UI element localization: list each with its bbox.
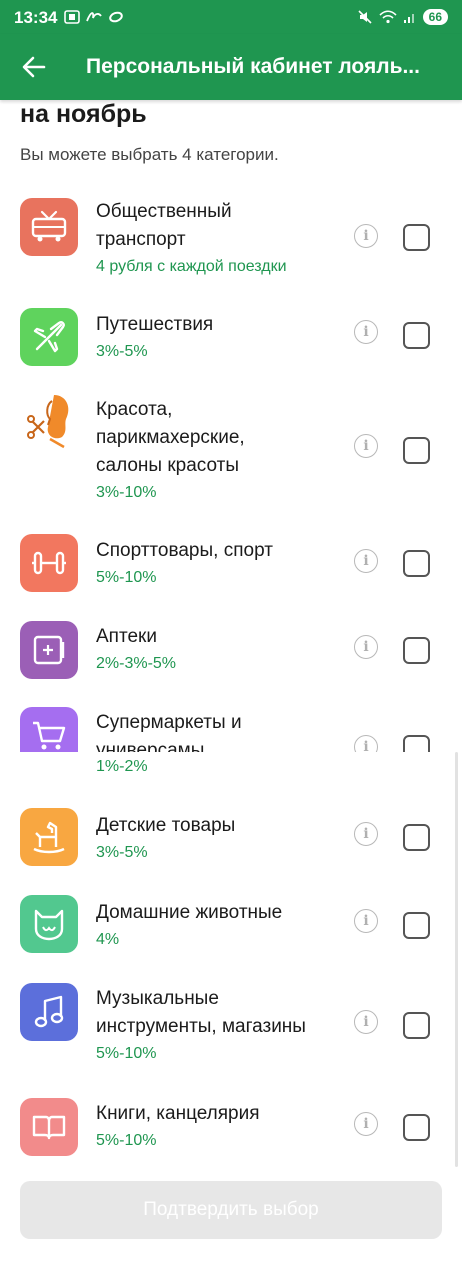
beauty-woman-icon bbox=[20, 392, 78, 450]
category-cashback: 1%-2% bbox=[96, 758, 148, 775]
category-title: Супермаркеты и универсамы bbox=[96, 712, 242, 752]
music-note-icon bbox=[20, 983, 78, 1041]
rocking-horse-icon bbox=[20, 808, 78, 866]
category-item-books[interactable]: Книги, канцелярия 5%-10% i bbox=[0, 1098, 462, 1158]
category-item-transport[interactable]: Общественный транспорт 4 рубля с каждой … bbox=[0, 198, 462, 288]
airplane-icon bbox=[20, 308, 78, 366]
category-cashback: 4% bbox=[96, 931, 120, 948]
category-checkbox[interactable] bbox=[403, 735, 430, 752]
signal-icon bbox=[403, 14, 414, 23]
app-bar: Персональный кабинет лояль... bbox=[0, 34, 462, 100]
info-icon[interactable]: i bbox=[354, 434, 378, 458]
category-checkbox[interactable] bbox=[403, 824, 430, 851]
section-subheading: Вы можете выбрать 4 категории. bbox=[20, 145, 279, 164]
status-right: 66 bbox=[357, 9, 448, 25]
cat-icon bbox=[20, 895, 78, 953]
category-item-music[interactable]: Музыкальные инструменты, магазины 5%-10%… bbox=[0, 983, 462, 1068]
category-cashback: 3%-5% bbox=[96, 844, 148, 861]
category-title: Аптеки bbox=[96, 626, 157, 647]
info-icon[interactable]: i bbox=[354, 735, 378, 752]
category-cashback: 3%-10% bbox=[96, 484, 157, 501]
status-bar: 13:34 66 bbox=[0, 0, 462, 34]
category-item-pharmacy[interactable]: Аптеки 2%-3%-5% i bbox=[0, 621, 462, 681]
confirm-selection-button[interactable]: Подтвердить выбор bbox=[20, 1181, 442, 1239]
category-title: Путешествия bbox=[96, 314, 214, 335]
content-scroll-area[interactable]: на ноябрь Вы можете выбрать 4 категории.… bbox=[0, 100, 462, 1280]
category-title: Книги, канцелярия bbox=[96, 1103, 260, 1124]
category-cashback: 3%-5% bbox=[96, 343, 148, 360]
category-cashback: 4 рубля с каждой поездки bbox=[96, 258, 287, 275]
category-title: Детские товары bbox=[96, 815, 236, 836]
category-checkbox[interactable] bbox=[403, 224, 430, 251]
category-cashback: 2%-3%-5% bbox=[96, 655, 177, 672]
category-checkbox[interactable] bbox=[403, 550, 430, 577]
info-icon[interactable]: i bbox=[354, 320, 378, 344]
category-title: Красота, парикмахерские, салоны красоты bbox=[96, 399, 245, 476]
category-item-pets[interactable]: Домашние животные 4% i bbox=[0, 895, 462, 955]
wifi-icon bbox=[379, 10, 397, 24]
category-title: Спорттовары, спорт bbox=[96, 540, 273, 561]
category-item-travel[interactable]: Путешествия 3%-5% i bbox=[0, 308, 462, 368]
book-icon bbox=[20, 1098, 78, 1156]
category-cashback: 5%-10% bbox=[96, 1045, 157, 1062]
category-item-kids[interactable]: Детские товары 3%-5% i bbox=[0, 808, 462, 868]
status-time: 13:34 bbox=[14, 8, 58, 27]
cart-icon bbox=[20, 707, 78, 752]
category-cashback: 5%-10% bbox=[96, 569, 157, 586]
category-cashback: 5%-10% bbox=[96, 1132, 157, 1149]
scrollbar[interactable] bbox=[455, 752, 458, 1167]
category-title: Общественный транспорт bbox=[96, 201, 232, 250]
page-title: Персональный кабинет лояль... bbox=[86, 55, 420, 78]
category-item-beauty[interactable]: Красота, парикмахерские, салоны красоты … bbox=[0, 392, 462, 502]
pharmacy-icon bbox=[20, 621, 78, 679]
info-icon[interactable]: i bbox=[354, 909, 378, 933]
bus-icon bbox=[20, 198, 78, 256]
category-title: Музыкальные инструменты, магазины bbox=[96, 988, 306, 1037]
category-item-sport[interactable]: Спорттовары, спорт 5%-10% i bbox=[0, 534, 462, 594]
link-icon bbox=[86, 12, 102, 22]
section-heading: на ноябрь bbox=[20, 100, 147, 128]
category-item-supermarkets[interactable]: Супермаркеты и универсамы i bbox=[0, 707, 462, 752]
info-icon[interactable]: i bbox=[354, 822, 378, 846]
info-icon[interactable]: i bbox=[354, 1112, 378, 1136]
category-title: Домашние животные bbox=[96, 902, 283, 923]
info-icon[interactable]: i bbox=[354, 549, 378, 573]
dumbbell-icon bbox=[20, 534, 78, 592]
category-checkbox[interactable] bbox=[403, 912, 430, 939]
category-checkbox[interactable] bbox=[403, 437, 430, 464]
mute-icon bbox=[358, 10, 372, 24]
back-arrow-icon[interactable] bbox=[20, 53, 48, 81]
screenshot-icon bbox=[64, 10, 80, 24]
oval-app-icon bbox=[109, 11, 123, 23]
info-icon[interactable]: i bbox=[354, 635, 378, 659]
battery-indicator: 66 bbox=[422, 9, 448, 25]
category-checkbox[interactable] bbox=[403, 322, 430, 349]
info-icon[interactable]: i bbox=[354, 1010, 378, 1034]
category-checkbox[interactable] bbox=[403, 1012, 430, 1039]
category-checkbox[interactable] bbox=[403, 637, 430, 664]
category-checkbox[interactable] bbox=[403, 1114, 430, 1141]
notification-icons bbox=[64, 10, 124, 24]
info-icon[interactable]: i bbox=[354, 224, 378, 248]
